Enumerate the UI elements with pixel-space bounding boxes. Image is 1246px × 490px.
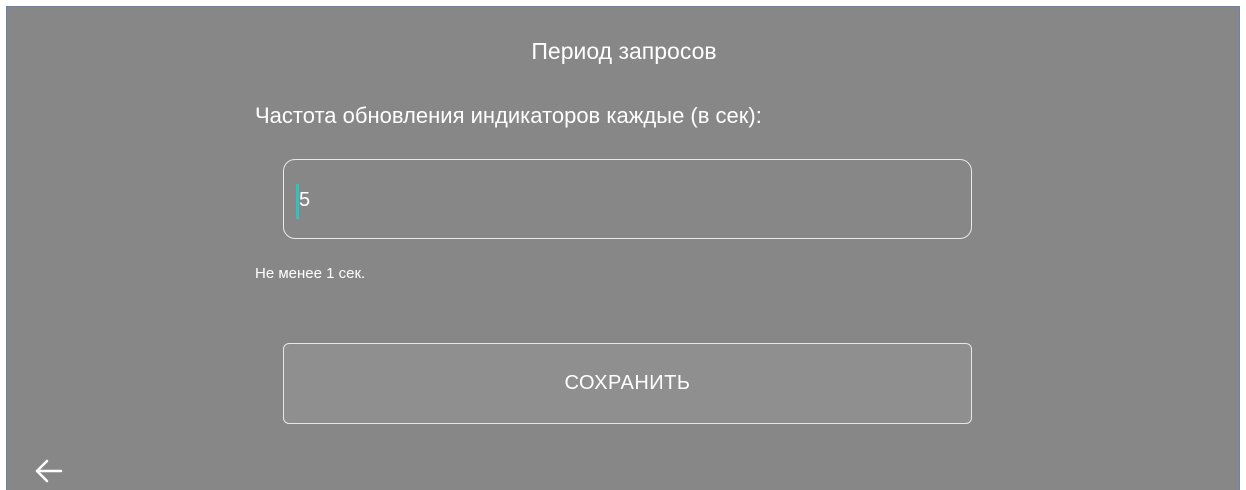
arrow-left-icon bbox=[35, 459, 63, 483]
helper-text: Не менее 1 сек. bbox=[255, 265, 366, 282]
refresh-interval-label: Частота обновления индикаторов каждые (в… bbox=[255, 103, 762, 128]
input-value: 5 bbox=[299, 189, 311, 211]
refresh-interval-input[interactable]: 5 bbox=[283, 159, 972, 239]
back-button[interactable] bbox=[35, 459, 65, 483]
settings-screen: Период запросов Частота обновления индик… bbox=[6, 6, 1240, 490]
page-title: Период запросов bbox=[531, 38, 717, 64]
save-button[interactable]: СОХРАНИТЬ bbox=[283, 343, 972, 424]
